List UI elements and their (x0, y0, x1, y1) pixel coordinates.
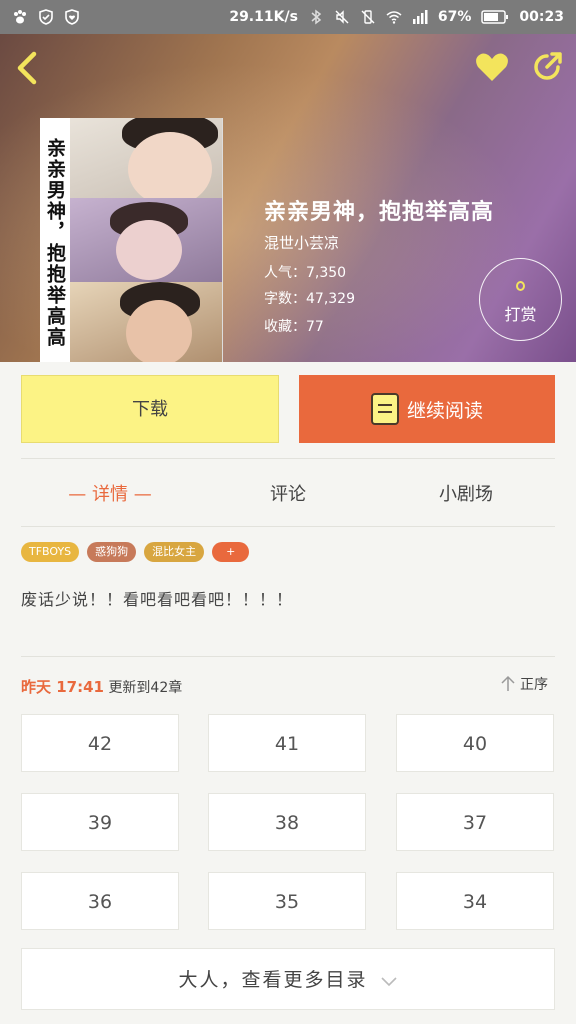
battery-percent: 67% (437, 9, 472, 25)
book-title: 亲亲男神，抱抱举高高 (264, 200, 495, 225)
heart-icon[interactable] (474, 50, 510, 84)
update-time: 昨天 17:41 (21, 678, 104, 696)
more-chapters-label: 大人，查看更多目录 (178, 969, 368, 991)
book-cover[interactable]: 亲亲男神，抱抱举高高 (40, 118, 223, 362)
tag[interactable]: 混比女主 (144, 542, 205, 562)
chapter-button[interactable]: 36 (21, 872, 179, 930)
shield-icon (39, 9, 53, 25)
clock: 00:23 (519, 9, 564, 25)
wifi-icon (386, 11, 402, 24)
tag-list: TFBOYS 惑狗狗 混比女主 + (21, 542, 250, 562)
tag[interactable]: TFBOYS (21, 542, 80, 562)
cover-photo-2 (70, 198, 222, 282)
book-header: 亲亲男神，抱抱举高高 亲亲男神，抱抱举高高 混世小芸凉 人气：7,350 字数：… (0, 34, 576, 362)
download-button[interactable]: 下载 (21, 375, 279, 443)
divider (21, 526, 555, 527)
tip-label: 打赏 (504, 305, 537, 324)
cover-title: 亲亲男神，抱抱举高高 (40, 118, 70, 362)
sort-label: 正序 (520, 677, 548, 693)
more-chapters-button[interactable]: 大人，查看更多目录 (21, 948, 555, 1010)
shield-heart-icon (65, 9, 79, 25)
chapter-button[interactable]: 35 (208, 872, 366, 930)
signal-icon (412, 10, 428, 24)
cover-photo-1 (70, 118, 222, 198)
book-word-count: 字数：47,329 (264, 291, 355, 307)
chevron-down-icon (380, 976, 397, 986)
bluetooth-icon (311, 9, 322, 25)
cover-photo-3 (70, 282, 222, 362)
coin-icon (516, 281, 525, 291)
battery-icon (481, 10, 509, 24)
back-icon[interactable] (12, 48, 44, 88)
book-icon (370, 393, 399, 425)
sort-toggle[interactable]: 正序 (500, 674, 548, 694)
continue-reading-button[interactable]: 继续阅读 (299, 375, 555, 443)
tab-details[interactable]: — 详情 — (50, 480, 170, 508)
tip-button[interactable]: 打赏 (479, 258, 562, 341)
update-info: 昨天 17:41 更新到42章 (21, 676, 182, 697)
update-text: 更新到42章 (108, 680, 183, 696)
book-author[interactable]: 混世小芸凉 (264, 232, 339, 253)
status-bar: 29.11K/s 67% 00:23 (0, 0, 576, 34)
chapter-button[interactable]: 37 (396, 793, 554, 851)
chapter-button[interactable]: 38 (208, 793, 366, 851)
paw-icon (14, 10, 26, 24)
book-popularity: 人气：7,350 (264, 265, 347, 281)
tab-theater[interactable]: 小剧场 (406, 480, 526, 508)
chapter-button[interactable]: 41 (208, 714, 366, 772)
tag[interactable]: 惑狗狗 (87, 542, 137, 562)
network-speed: 29.11K/s (229, 9, 298, 25)
vibrate-off-icon (361, 10, 375, 24)
tab-comments[interactable]: 评论 (228, 480, 348, 508)
book-description: 废话少说！！看吧看吧看吧！！！！ (21, 590, 294, 609)
chapter-button[interactable]: 39 (21, 793, 179, 851)
divider (21, 656, 555, 657)
chapter-button[interactable]: 40 (396, 714, 554, 772)
add-tag-button[interactable]: + (212, 542, 250, 562)
divider (21, 458, 555, 459)
arrow-up-icon (501, 675, 515, 691)
chapter-button[interactable]: 42 (21, 714, 179, 772)
mute-icon (335, 10, 349, 24)
book-favorites: 收藏：77 (264, 319, 324, 335)
continue-reading-label: 继续阅读 (406, 399, 483, 422)
share-icon[interactable] (530, 50, 564, 84)
chapter-button[interactable]: 34 (396, 872, 554, 930)
